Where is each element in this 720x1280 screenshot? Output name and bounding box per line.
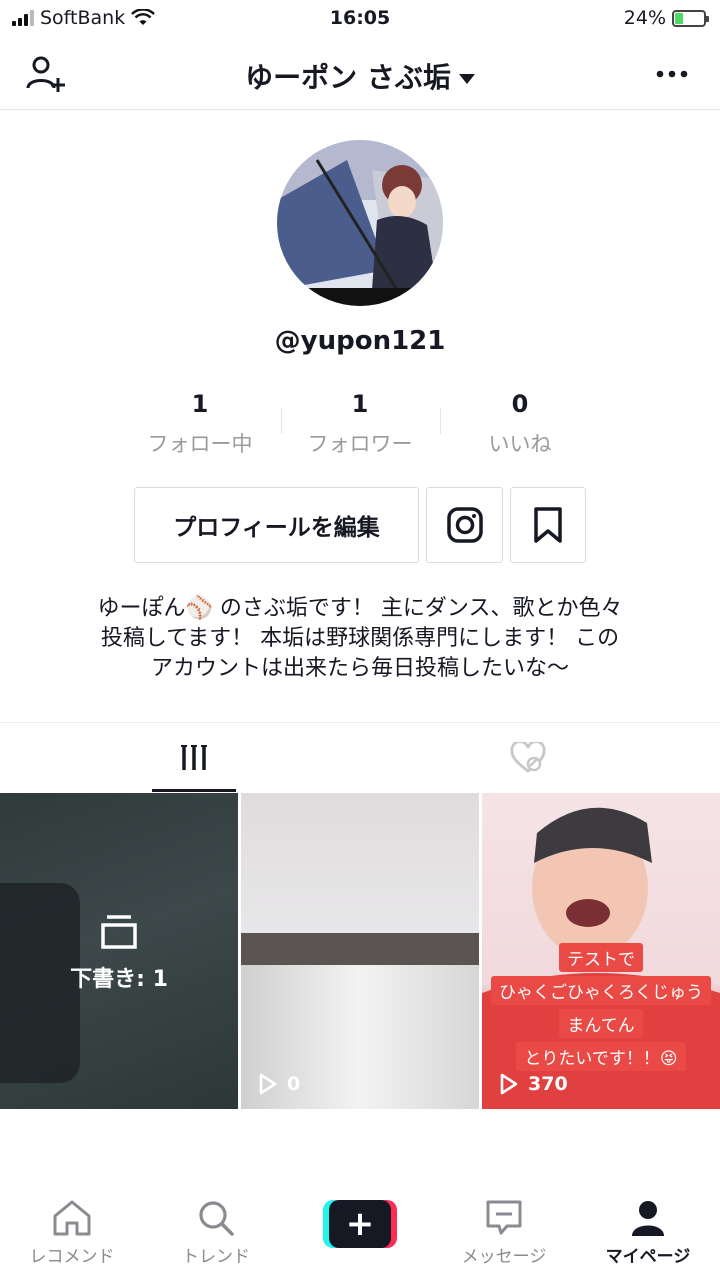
view-count: 0 [259, 1073, 300, 1095]
username: @yupon121 [274, 326, 446, 356]
video-tile[interactable]: テストで ひゃくごひゃくろくじゅう まんてん とりたいです！！😝 370 [482, 793, 720, 1109]
stat-following[interactable]: 1 フォロー中 [120, 390, 280, 458]
caption-line: まんてん [559, 1009, 643, 1038]
clock: 16:05 [329, 7, 391, 29]
avatar[interactable] [277, 140, 443, 306]
battery-percent: 24% [623, 7, 666, 29]
more-horizontal-icon[interactable] [650, 52, 694, 96]
video-tile[interactable]: 0 [241, 793, 479, 1109]
nav-home[interactable]: レコメンド [0, 1198, 144, 1267]
stat-label: フォロー中 [147, 432, 253, 456]
nav-mypage[interactable]: マイページ [576, 1198, 720, 1267]
profile-icon [632, 1201, 664, 1236]
bio-line: アカウントは出来たら毎日投稿したいな〜 [150, 656, 569, 681]
battery-icon [672, 9, 709, 27]
nav-messages[interactable]: メッセージ [432, 1198, 576, 1267]
caption-line: ひゃくごひゃくろくじゅう [491, 976, 711, 1005]
status-bar: SoftBank 16:05 24% [0, 0, 720, 38]
tab-videos[interactable] [14, 723, 374, 793]
stat-value: 1 [351, 390, 369, 418]
message-icon [486, 1200, 522, 1235]
play-icon [500, 1073, 518, 1095]
stat-value: 0 [511, 390, 529, 418]
caption-line: とりたいです！！😝 [516, 1042, 686, 1071]
caption-line: テストで [559, 943, 643, 972]
create-button[interactable]: + [323, 1200, 397, 1248]
videos-grid-icon [181, 745, 207, 770]
nav-label: マイページ [605, 1247, 691, 1267]
instagram-icon [446, 507, 483, 543]
stat-value: 1 [191, 390, 209, 418]
stat-label: いいね [488, 432, 552, 456]
play-icon [259, 1073, 277, 1095]
home-icon [53, 1200, 91, 1236]
stat-label: フォロワー [307, 432, 413, 456]
profile-header: ゆーポン さぶ垢 [0, 38, 720, 110]
bookmark-icon [534, 507, 562, 543]
view-count-value: 0 [287, 1073, 301, 1095]
view-count-value: 370 [528, 1073, 568, 1095]
bottom-nav: レコメンド トレンド + メッセージ マイページ [0, 1188, 720, 1280]
account-switcher[interactable]: ゆーポン さぶ垢 [0, 56, 720, 96]
search-icon [199, 1201, 234, 1236]
nav-label: レコメンド [29, 1247, 115, 1267]
profile-tabs [0, 722, 720, 792]
bio-line: 投稿してます！ 本垢は野球関係専門にします！ この [100, 626, 620, 651]
account-name: ゆーポン さぶ垢 [245, 61, 451, 94]
video-caption: テストで ひゃくごひゃくろくじゅう まんてん とりたいです！！😝 [490, 943, 712, 1071]
stat-likes[interactable]: 0 いいね [440, 390, 600, 458]
liked-hidden-icon [510, 742, 546, 773]
nav-trend[interactable]: トレンド [144, 1198, 288, 1267]
active-tab-indicator [152, 789, 236, 792]
draft-icon [101, 915, 137, 949]
bio-line: ゆーぽん⚾️ のさぶ垢です！ 主にダンス、歌とか色々 [97, 596, 623, 621]
nav-label: メッセージ [461, 1247, 547, 1267]
tab-liked[interactable] [348, 723, 708, 793]
chevron-down-icon [458, 74, 475, 84]
nav-label: トレンド [182, 1247, 250, 1267]
profile-bio: ゆーぽん⚾️ のさぶ垢です！ 主にダンス、歌とか色々 投稿してます！ 本垢は野球… [40, 594, 680, 684]
view-count: 370 [500, 1073, 568, 1095]
stat-followers[interactable]: 1 フォロワー [280, 390, 440, 458]
instagram-button[interactable] [426, 487, 503, 563]
create-plus-icon: + [329, 1200, 391, 1248]
draft-label: 下書き: 1 [70, 967, 168, 992]
draft-tile[interactable]: 下書き: 1 [0, 793, 238, 1109]
edit-profile-button[interactable]: プロフィールを編集 [134, 487, 419, 563]
bookmark-button[interactable] [510, 487, 586, 563]
